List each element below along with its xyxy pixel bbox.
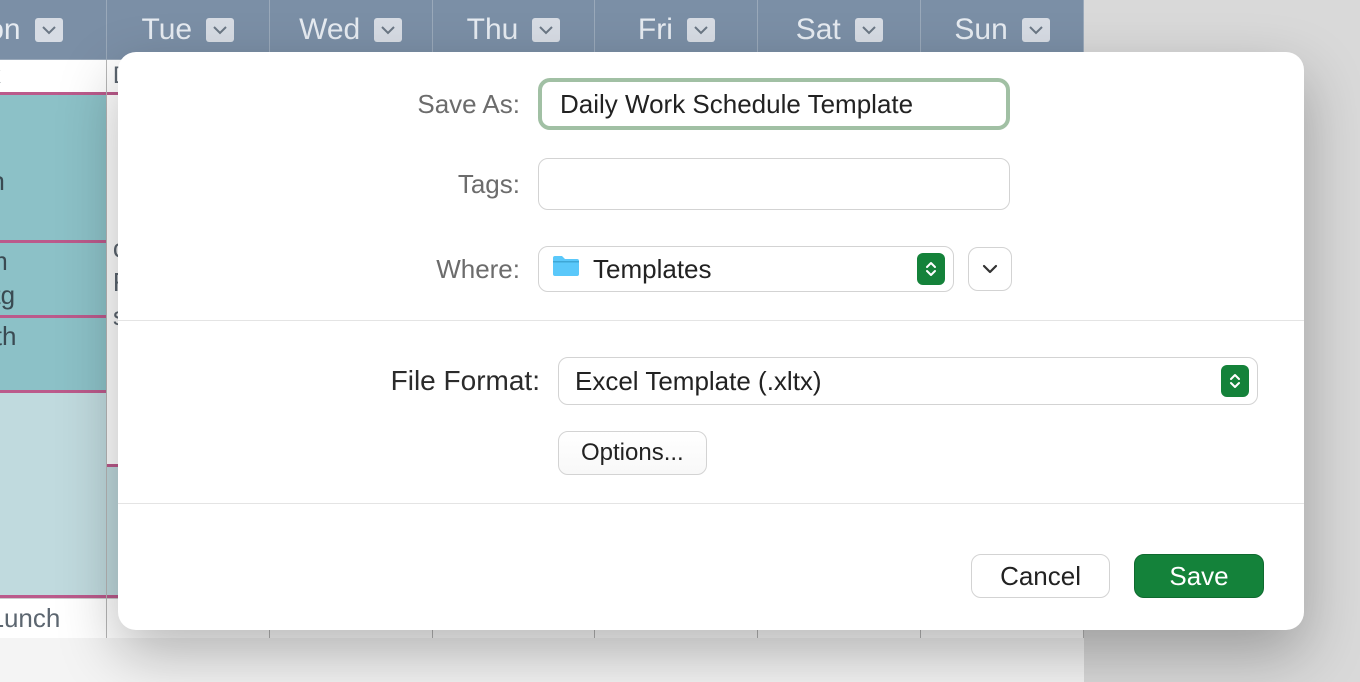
day-header-thu: Thu [433,0,596,59]
day-dropdown-icon[interactable] [206,18,234,42]
options-label: Options... [581,439,684,467]
day-dropdown-icon[interactable] [374,18,402,42]
tags-label: Tags: [158,169,538,200]
where-value: Templates [593,254,712,285]
dialog-section-mid: File Format: Excel Template (.xltx) Opti… [118,321,1304,504]
day-header-mon: on [0,0,107,59]
save-label: Save [1169,561,1228,592]
tags-row: Tags: [158,158,1264,210]
day-label: Wed [299,13,360,47]
format-stepper-icon [1221,365,1249,397]
day-dropdown-icon[interactable] [532,18,560,42]
tags-input[interactable] [538,158,1010,210]
format-label: File Format: [158,365,558,397]
format-row: File Format: Excel Template (.xltx) [158,357,1264,405]
day-header-fri: Fri [595,0,758,59]
day-label: Sun [954,13,1007,47]
where-label: Where: [158,254,538,285]
day-header-tue: Tue [107,0,270,59]
day-header-wed: Wed [270,0,433,59]
day-label: Sat [796,13,841,47]
save-as-label: Save As: [158,89,538,120]
event-cell-empty[interactable] [0,393,106,598]
event-cell[interactable]: ekly oals ck-in ntg [0,95,106,243]
save-as-row: Save As: [158,78,1264,130]
day-label: on [0,13,21,47]
event-cell[interactable]: team e mtg [0,243,106,318]
dialog-footer: Cancel Save [118,504,1304,630]
cancel-label: Cancel [1000,561,1081,592]
where-stepper-icon [917,253,945,285]
day-label: Tue [141,13,192,47]
options-button[interactable]: Options... [558,431,707,475]
day-header-sun: Sun [921,0,1084,59]
day-label: Fri [638,13,673,47]
format-value: Excel Template (.xltx) [575,366,822,397]
cancel-button[interactable]: Cancel [971,554,1110,598]
day-dropdown-icon[interactable] [687,18,715,42]
calendar-col-mon: work ekly oals ck-in ntg team e mtg k wi… [0,60,107,638]
day-dropdown-icon[interactable] [855,18,883,42]
event-cell[interactable]: k with ggo [0,318,106,393]
day-label: Thu [467,13,519,47]
calendar-header-row: on Tue Wed Thu Fri [0,0,1084,60]
save-dialog: Save As: Tags: Where: Templates [118,52,1304,630]
where-select[interactable]: Templates [538,246,954,292]
day-dropdown-icon[interactable] [35,18,63,42]
file-format-select[interactable]: Excel Template (.xltx) [558,357,1258,405]
save-as-input[interactable] [538,78,1010,130]
save-button[interactable]: Save [1134,554,1264,598]
event-cell[interactable]: work [0,60,106,95]
day-dropdown-icon[interactable] [1022,18,1050,42]
expand-where-button[interactable] [968,247,1012,291]
folder-icon [551,254,581,285]
dialog-section-top: Save As: Tags: Where: Templates [118,52,1304,321]
where-row: Where: Templates [158,246,1264,292]
day-header-sat: Sat [758,0,921,59]
lunch-cell[interactable]: Lunch [0,598,106,638]
